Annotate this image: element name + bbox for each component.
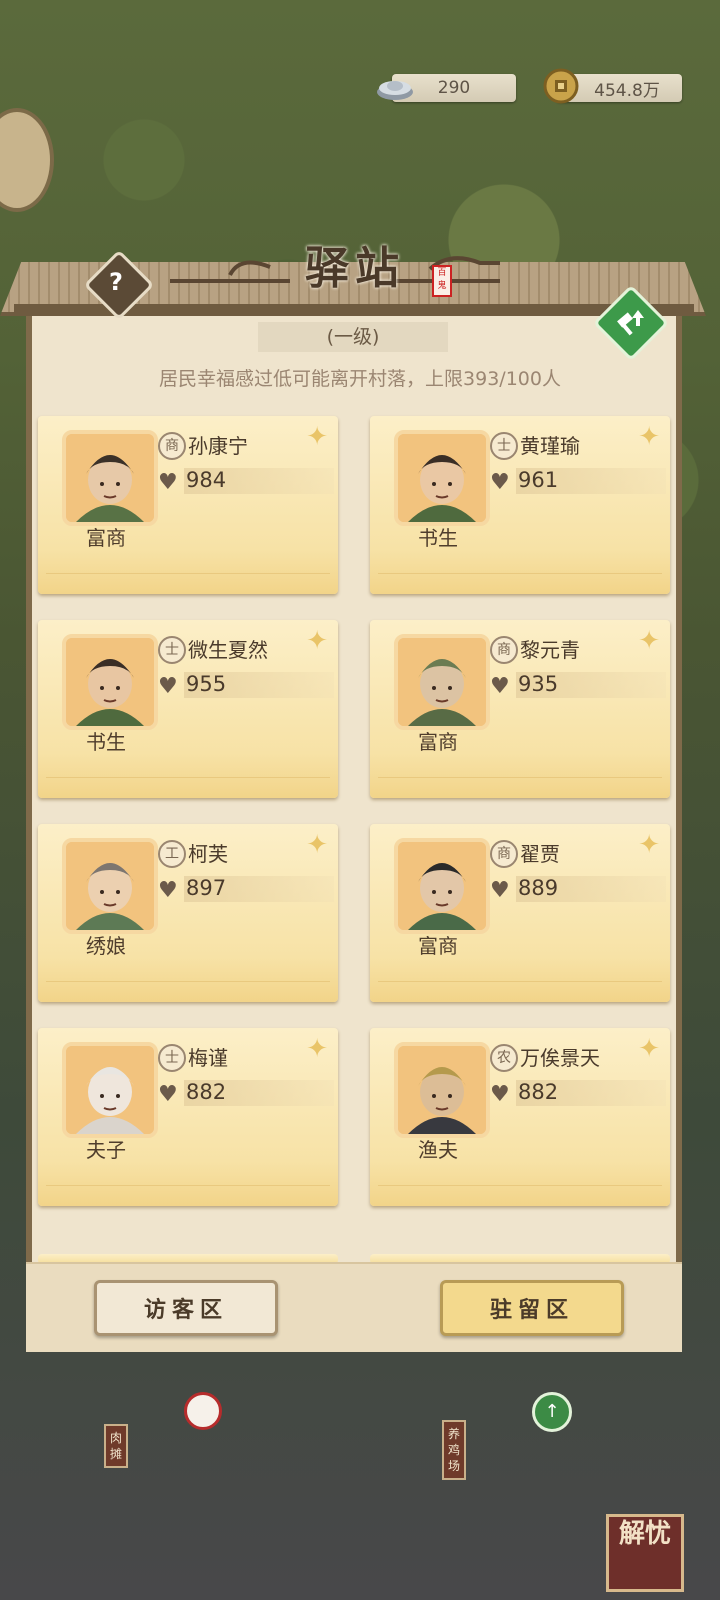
chicken-farm-sign: 养鸡场 <box>442 1420 466 1480</box>
resident-avatar <box>394 838 490 934</box>
happiness-score: 961 <box>518 468 559 492</box>
hammer-up-icon <box>612 304 648 340</box>
resident-name: 黎元青 <box>520 638 580 662</box>
class-badge-icon: 工 <box>158 840 186 868</box>
class-badge-icon: 士 <box>158 1044 186 1072</box>
sparkle-icon: ✦ <box>306 1034 328 1064</box>
resident-avatar <box>394 430 490 526</box>
sparkle-icon: ✦ <box>306 626 328 656</box>
meat-stall-sign: 肉摊 <box>104 1424 128 1468</box>
resident-avatar <box>62 1042 158 1138</box>
resident-card[interactable]: 绣娘 工柯芙 ♥ 897 ✦ <box>38 824 338 1002</box>
resident-card[interactable]: 夫子 士梅谨 ♥ 882 ✦ <box>38 1028 338 1206</box>
resident-card[interactable]: 富商 商孙康宁 ♥ 984 ✦ <box>38 416 338 594</box>
help-icon: ? <box>109 268 123 296</box>
coin-amount: 454.8万 <box>594 80 660 101</box>
card-divider <box>46 777 330 778</box>
resident-name: 黄瑾瑜 <box>520 434 580 458</box>
happiness-score: 955 <box>186 672 227 696</box>
resident-role: 富商 <box>86 526 126 550</box>
broken-heart-icon: ♥ <box>158 878 178 903</box>
resident-name: 梅谨 <box>188 1046 228 1070</box>
card-divider <box>378 777 662 778</box>
happiness-score: 889 <box>518 876 559 900</box>
resident-role: 书生 <box>418 526 458 550</box>
silver-amount: 290 <box>437 78 471 98</box>
resident-role: 富商 <box>418 934 458 958</box>
resident-avatar <box>62 430 158 526</box>
sparkle-icon: ✦ <box>638 1034 660 1064</box>
broken-heart-icon: ♥ <box>158 674 178 699</box>
broken-heart-icon: ♥ <box>490 1082 510 1107</box>
sparkle-icon: ✦ <box>306 830 328 860</box>
resident-card[interactable]: 书生 士黄瑾瑜 ♥ 961 ✦ <box>370 416 670 594</box>
resident-card[interactable]: 富商 商黎元青 ♥ 935 ✦ <box>370 620 670 798</box>
resident-card[interactable]: 书生 士微生夏然 ♥ 955 ✦ <box>38 620 338 798</box>
jieyou-button[interactable]: 解忧 <box>606 1514 684 1592</box>
resident-role: 书生 <box>86 730 126 754</box>
card-divider <box>378 1185 662 1186</box>
stay-area-button[interactable]: 驻留区 <box>440 1280 624 1336</box>
disabled-potion-icon[interactable] <box>184 1392 222 1430</box>
class-badge-icon: 士 <box>490 432 518 460</box>
resident-name: 万俟景天 <box>520 1046 600 1070</box>
resident-card[interactable]: 富商 商翟贾 ♥ 889 ✦ <box>370 824 670 1002</box>
resident-role: 富商 <box>418 730 458 754</box>
resident-name: 孙康宁 <box>188 434 248 458</box>
page-title: 驿站 <box>305 243 405 294</box>
sparkle-icon: ✦ <box>306 422 328 452</box>
resident-avatar <box>394 634 490 730</box>
resident-name: 微生夏然 <box>188 638 268 662</box>
card-divider <box>378 981 662 982</box>
resident-name: 翟贾 <box>520 842 560 866</box>
broken-heart-icon: ♥ <box>490 674 510 699</box>
resident-avatar <box>394 1042 490 1138</box>
happiness-score: 984 <box>186 468 227 492</box>
card-divider <box>46 573 330 574</box>
broken-heart-icon: ♥ <box>490 470 510 495</box>
resident-role: 渔夫 <box>418 1138 458 1162</box>
card-divider <box>46 1185 330 1186</box>
class-badge-icon: 商 <box>158 432 186 460</box>
resident-card[interactable]: 渔夫 农万俟景天 ♥ 882 ✦ <box>370 1028 670 1206</box>
class-badge-icon: 士 <box>158 636 186 664</box>
card-divider <box>46 981 330 982</box>
class-badge-icon: 农 <box>490 1044 518 1072</box>
sparkle-icon: ✦ <box>638 422 660 452</box>
broken-heart-icon: ♥ <box>158 1082 178 1107</box>
resident-name: 柯芙 <box>188 842 228 866</box>
happiness-score: 897 <box>186 876 227 900</box>
red-seal-stamp: 百鬼 <box>432 265 452 297</box>
sparkle-icon: ✦ <box>638 626 660 656</box>
happiness-score: 882 <box>518 1080 559 1104</box>
sparkle-icon: ✦ <box>638 830 660 860</box>
resident-avatar <box>62 634 158 730</box>
happiness-notice: 居民幸福感过低可能离开村落，上限393/100人 <box>159 368 561 390</box>
resident-role: 绣娘 <box>86 934 126 958</box>
side-menu-button[interactable] <box>0 108 54 212</box>
happiness-score: 882 <box>186 1080 227 1104</box>
broken-heart-icon: ♥ <box>490 878 510 903</box>
visitor-area-button[interactable]: 访客区 <box>94 1280 278 1336</box>
silver-ingot-icon <box>374 66 416 106</box>
broken-heart-icon: ♥ <box>158 470 178 495</box>
copper-coin-icon <box>540 66 582 106</box>
resident-avatar <box>62 838 158 934</box>
resident-role: 夫子 <box>86 1138 126 1162</box>
happiness-score: 935 <box>518 672 559 696</box>
station-level: (一级) <box>258 322 448 352</box>
upgrade-arrow-icon[interactable]: ↑ <box>532 1392 572 1432</box>
class-badge-icon: 商 <box>490 840 518 868</box>
class-badge-icon: 商 <box>490 636 518 664</box>
card-divider <box>378 573 662 574</box>
